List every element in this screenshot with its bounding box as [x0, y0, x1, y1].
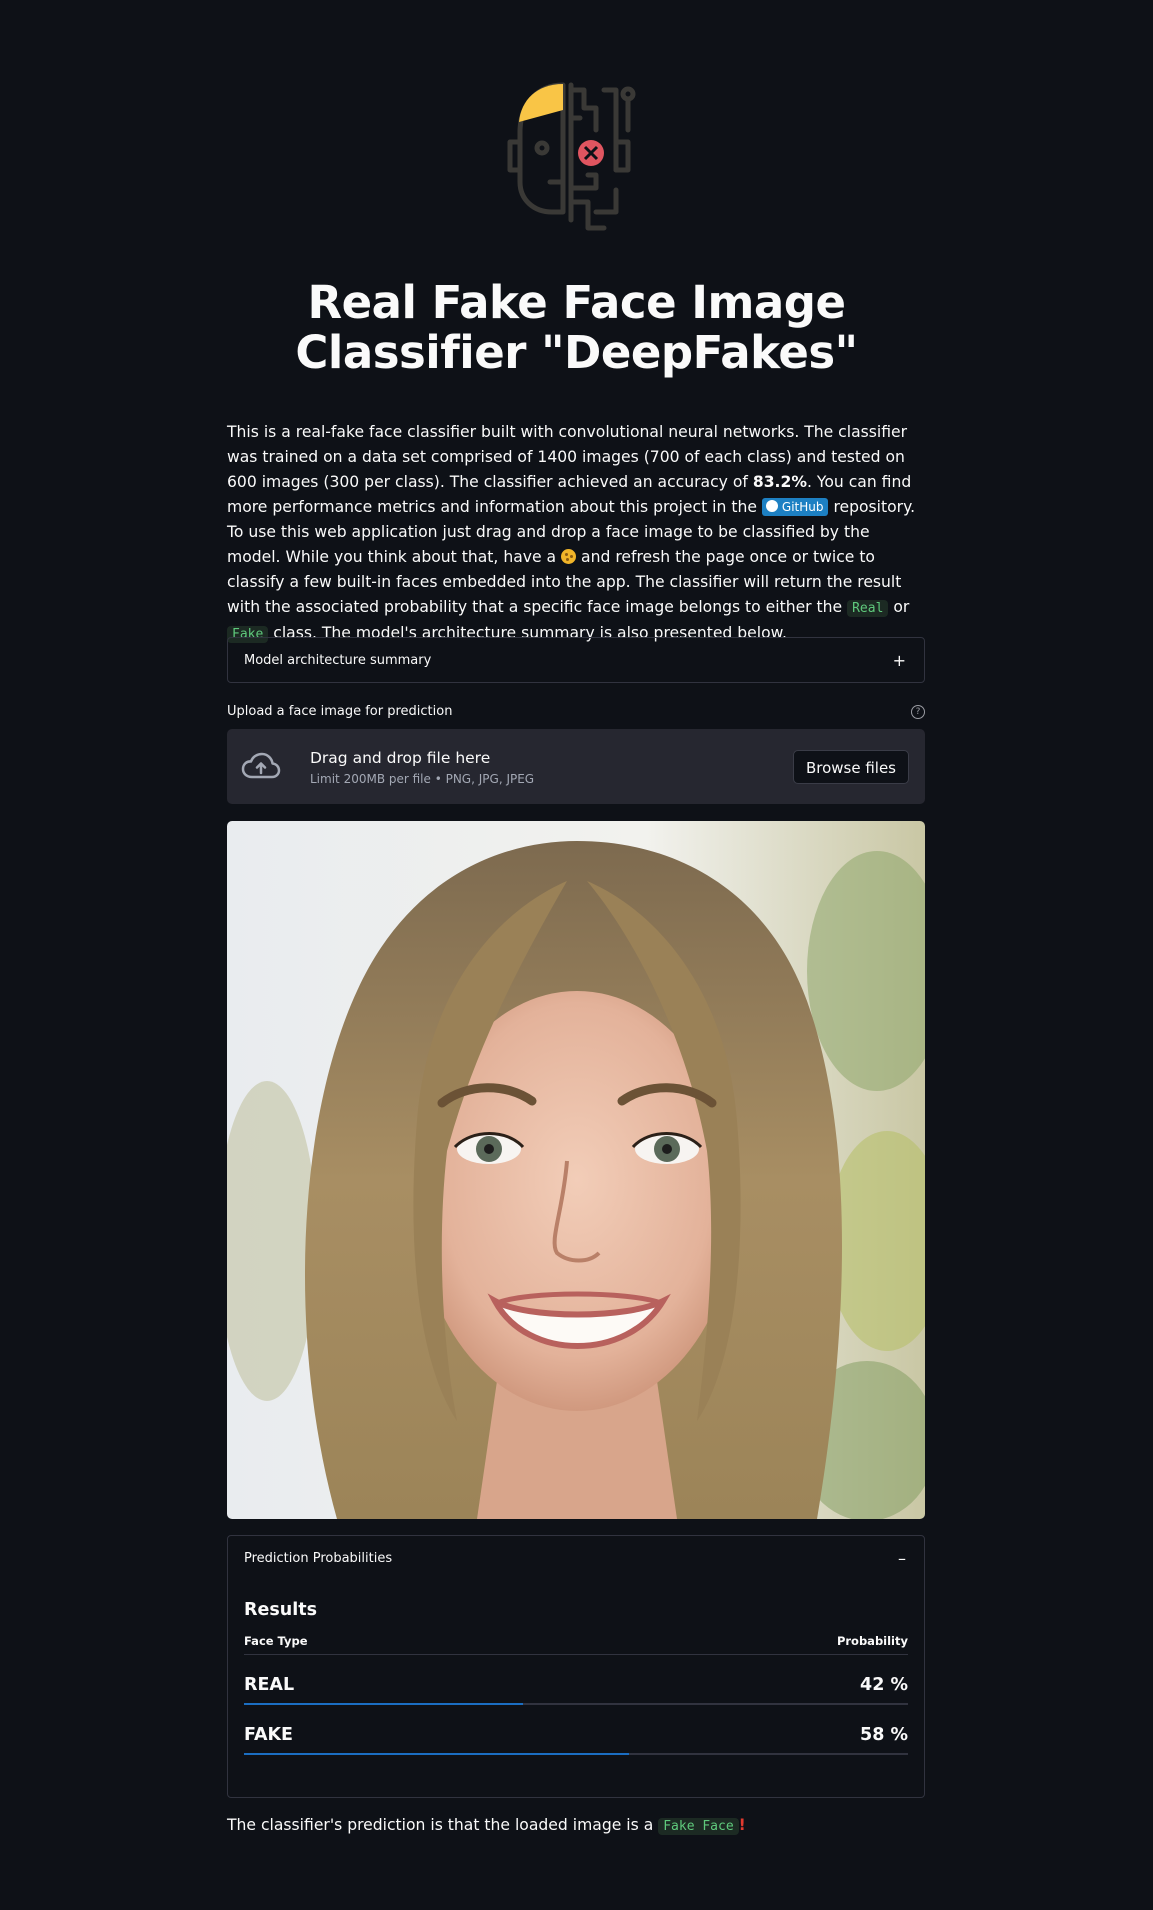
progress-track-real	[244, 1703, 908, 1705]
verdict-text: The classifier's prediction is that the …	[227, 1816, 659, 1834]
collapse-minus-icon[interactable]: –	[898, 1549, 906, 1568]
prediction-expander-label: Prediction Probabilities	[244, 1550, 393, 1566]
intro-paragraph: This is a real-fake face classifier buil…	[227, 420, 925, 647]
probability-fake: 58 %	[860, 1725, 908, 1745]
deepfake-logo-icon	[507, 82, 636, 231]
results-heading: Results	[244, 1600, 317, 1620]
face-photo-svg	[227, 821, 925, 1519]
cloud-upload-icon	[241, 752, 281, 778]
app-page: Real Fake Face Image Classifier "DeepFak…	[0, 0, 1153, 1910]
github-badge-label: GitHub	[781, 500, 824, 514]
page-title: Real Fake Face Image Classifier "DeepFak…	[295, 276, 858, 379]
col-face-type: Face Type	[244, 1634, 308, 1648]
result-row-real: REAL 42 %	[244, 1655, 908, 1705]
help-icon[interactable]: ?	[911, 704, 925, 719]
architecture-expander[interactable]: Model architecture summary +	[227, 637, 925, 683]
class-real-code: Real	[847, 600, 889, 617]
result-row-fake: FAKE 58 %	[244, 1705, 908, 1755]
cookie-icon	[561, 549, 577, 564]
verdict-label: Fake Face	[658, 1818, 739, 1835]
progress-track-fake	[244, 1753, 908, 1755]
github-icon	[765, 500, 778, 512]
results-table-header: Face Type Probability	[244, 1634, 908, 1655]
prediction-verdict: The classifier's prediction is that the …	[227, 1813, 925, 1839]
prediction-expander-header[interactable]: Prediction Probabilities –	[228, 1536, 924, 1580]
intro-or: or	[888, 598, 910, 616]
col-probability: Probability	[836, 1634, 908, 1648]
face-type-fake: FAKE	[244, 1725, 294, 1745]
upload-label: Upload a face image for prediction	[227, 704, 453, 719]
architecture-expander-header[interactable]: Model architecture summary +	[228, 638, 924, 682]
dropzone-limit: Limit 200MB per file • PNG, JPG, JPEG	[310, 771, 535, 786]
progress-bar-real	[244, 1703, 523, 1705]
github-badge-link[interactable]: GitHub	[761, 498, 829, 516]
browse-files-button[interactable]: Browse files	[792, 749, 909, 784]
face-type-real: REAL	[244, 1675, 295, 1695]
expand-plus-icon[interactable]: +	[893, 651, 906, 670]
architecture-expander-label: Model architecture summary	[244, 652, 432, 668]
uploaded-face-image	[227, 821, 925, 1519]
file-dropzone[interactable]: Drag and drop file here Limit 200MB per …	[227, 729, 925, 804]
dropzone-instruction: Drag and drop file here	[310, 748, 491, 767]
probability-real: 42 %	[860, 1675, 908, 1695]
upload-label-row: Upload a face image for prediction ?	[227, 704, 925, 719]
progress-bar-fake	[244, 1753, 630, 1755]
accuracy-value: 83.2%	[752, 473, 807, 491]
dropzone-text: Drag and drop file here Limit 200MB per …	[310, 748, 793, 786]
exclamation-icon: !	[738, 1816, 746, 1834]
prediction-expander[interactable]: Prediction Probabilities – Results Face …	[227, 1535, 925, 1798]
